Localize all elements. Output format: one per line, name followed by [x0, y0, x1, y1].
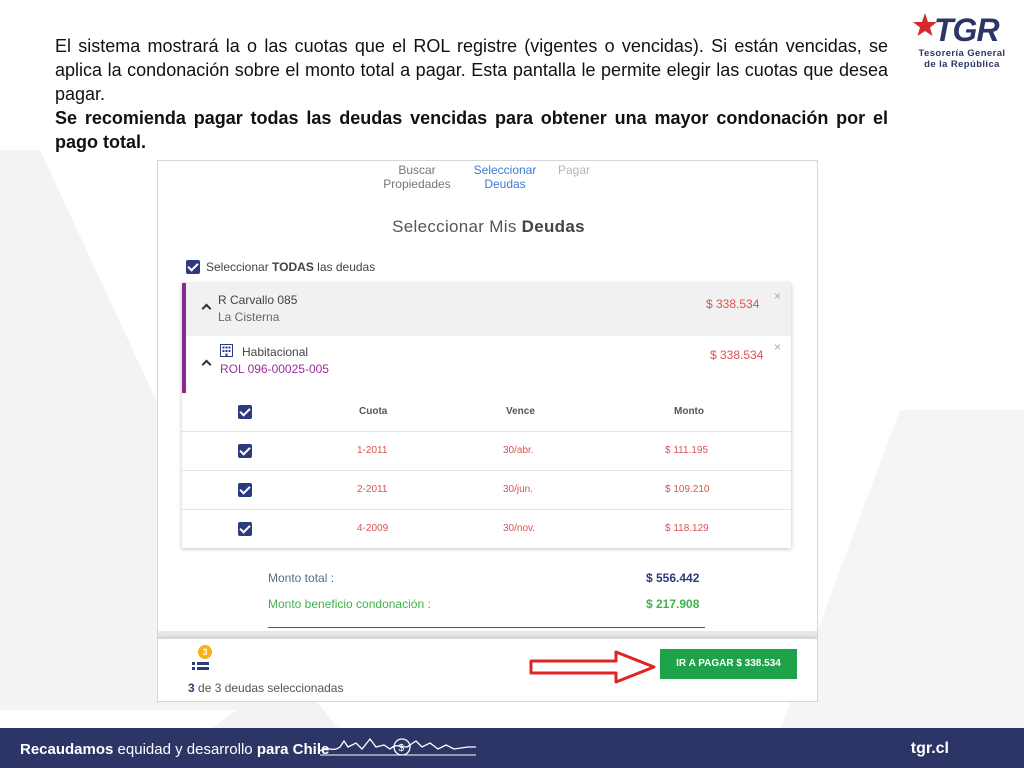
chevron-up-icon[interactable] [201, 303, 212, 314]
slogan-text: equidad y desarrollo [113, 741, 257, 758]
cell-monto: $ 109.210 [665, 484, 710, 495]
close-icon[interactable]: × [774, 289, 781, 303]
table-row[interactable]: 4-2009 30/nov. $ 118.129 [182, 510, 791, 549]
cell-cuota: 2-2011 [357, 484, 388, 495]
slide-recommendation: Se recomienda pagar todas las deudas ven… [55, 108, 888, 152]
logo-line1: Tesorería General [918, 48, 1006, 59]
slogan-bold: Recaudamos [20, 741, 114, 758]
cell-vence: 30/abr. [503, 445, 534, 456]
step-seleccionar-deudas[interactable]: Seleccionar Deudas [466, 163, 544, 191]
step-label: Seleccionar [473, 163, 537, 177]
select-all-prefix: Seleccionar [206, 259, 273, 274]
habitacional-row[interactable]: Habitacional ROL 096-00025-005 $ 338.534… [182, 336, 791, 393]
property-row[interactable]: R Carvallo 085 La Cisterna $ 338.534 × [182, 283, 791, 336]
cell-vence: 30/jun. [503, 484, 534, 495]
select-all-bold: TODAS [272, 259, 314, 274]
benefit-value: $ 217.908 [646, 597, 700, 611]
summary-divider [268, 627, 705, 628]
cell-vence: 30/nov. [503, 523, 536, 534]
banner-slogan: Recaudamos equidad y desarrollo para Chi… [20, 741, 329, 758]
property-card: R Carvallo 085 La Cisterna $ 338.534 × H… [182, 283, 791, 548]
count-badge: 3 [198, 645, 212, 659]
slide-description: El sistema mostrará la o las cuotas que … [55, 34, 888, 154]
row-checkbox[interactable] [238, 522, 252, 536]
cell-cuota: 1-2011 [357, 445, 388, 456]
header-checkbox[interactable] [238, 405, 252, 419]
title-prefix: Seleccionar Mis [392, 217, 522, 236]
close-icon[interactable]: × [774, 340, 781, 354]
row-checkbox[interactable] [238, 444, 252, 458]
step-pagar[interactable]: Pagar [554, 163, 594, 177]
installments-table: Cuota Vence Monto 1-2011 30/abr. $ 111.1… [182, 393, 791, 549]
building-icon [220, 344, 233, 357]
selected-count: 3 [188, 681, 195, 695]
step-label: Buscar [398, 163, 436, 177]
title-bold: Deudas [521, 217, 585, 236]
stepper: Buscar Propiedades Seleccionar Deudas Pa… [158, 163, 817, 203]
slide-paragraph: El sistema mostrará la o las cuotas que … [55, 36, 888, 104]
property-location: La Cisterna [218, 310, 280, 324]
total-value: $ 556.442 [646, 571, 700, 585]
app-panel: Buscar Propiedades Seleccionar Deudas Pa… [157, 160, 818, 702]
column-header-monto: Monto [674, 406, 704, 417]
step-label: Deudas [484, 177, 526, 191]
column-header-cuota: Cuota [359, 406, 388, 417]
skyline-icon: $ [319, 737, 476, 756]
select-all-label: Seleccionar TODAS las deudas [206, 260, 375, 274]
select-all-suffix: las deudas [313, 259, 376, 274]
chevron-up-icon[interactable] [201, 359, 212, 370]
selected-suffix: de 3 deudas seleccionadas [194, 681, 344, 695]
page-title: Seleccionar Mis Deudas [158, 217, 817, 237]
pay-button[interactable]: IR A PAGAR $ 338.534 [660, 649, 797, 679]
checkbox-checked[interactable] [186, 259, 200, 274]
benefit-label: Monto beneficio condonación : [268, 597, 431, 611]
tgr-logo: TGR Tesorería General de la República [912, 12, 1012, 74]
step-buscar-propiedades[interactable]: Buscar Propiedades [380, 163, 454, 191]
site-domain[interactable]: tgr.cl [911, 740, 949, 758]
property-name: R Carvallo 085 [218, 293, 298, 307]
step-label: Propiedades [383, 177, 451, 191]
rol-number: ROL 096-00025-005 [220, 362, 329, 376]
table-row[interactable]: 1-2011 30/abr. $ 111.195 [182, 432, 791, 471]
column-header-vence: Vence [506, 406, 535, 417]
cell-monto: $ 118.129 [665, 523, 709, 534]
footer-bar: 3 3 de 3 deudas seleccionadas IR A PAGAR… [158, 639, 817, 701]
habitacional-amount: $ 338.534 [710, 348, 764, 362]
habitacional-label: Habitacional [242, 345, 309, 359]
logo-letters: TGR [934, 12, 1000, 48]
selected-count-text: 3 de 3 deudas seleccionadas [188, 681, 343, 695]
total-label: Monto total : [268, 571, 335, 585]
logo-line2: de la República [924, 59, 1000, 70]
select-all-checkbox[interactable]: Seleccionar TODAS las deudas [186, 259, 375, 274]
table-header-row: Cuota Vence Monto [182, 393, 791, 432]
arrow-icon [529, 650, 656, 684]
footer-banner: Recaudamos equidad y desarrollo para Chi… [0, 728, 1024, 768]
table-row[interactable]: 2-2011 30/jun. $ 109.210 [182, 471, 791, 510]
row-checkbox[interactable] [238, 483, 252, 497]
step-label: Pagar [557, 163, 591, 177]
cell-cuota: 4-2009 [357, 523, 389, 534]
property-amount: $ 338.534 [706, 297, 760, 311]
cell-monto: $ 111.195 [665, 445, 709, 456]
svg-text:$: $ [399, 743, 405, 754]
